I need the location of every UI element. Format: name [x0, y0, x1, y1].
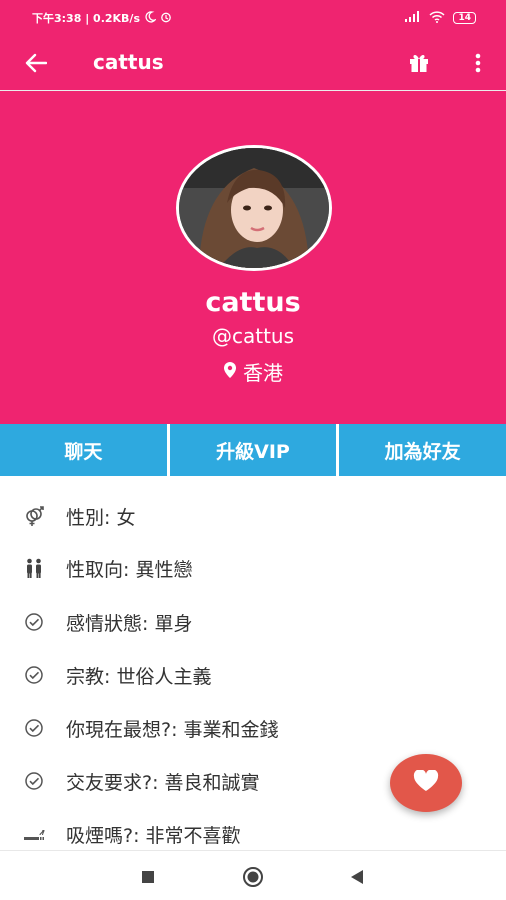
- check-circle-icon: [22, 663, 46, 687]
- display-name: cattus: [205, 287, 301, 318]
- recents-square-icon[interactable]: [136, 865, 160, 889]
- moon-icon: [144, 10, 157, 26]
- username: @cattus: [211, 324, 295, 348]
- info-text-relationship: 感情狀態: 單身: [66, 612, 193, 635]
- check-circle-icon: [22, 716, 46, 740]
- alarm-icon: [160, 11, 172, 26]
- wifi-icon: [429, 10, 445, 26]
- home-circle-icon[interactable]: [241, 865, 265, 889]
- avatar[interactable]: [176, 145, 332, 271]
- info-text-orientation: 性取向: 異性戀: [66, 558, 193, 581]
- back-arrow-icon[interactable]: [22, 49, 50, 77]
- add-friend-button[interactable]: 加為好友: [339, 424, 506, 476]
- info-text-smoking: 吸煙嗎?: 非常不喜歡: [66, 824, 241, 847]
- info-row-gender: 性別: 女: [0, 496, 506, 536]
- info-row-relationship: 感情狀態: 單身: [0, 602, 506, 642]
- status-left: 下午3:38 | 0.2KB/s: [32, 10, 172, 26]
- info-row-orientation: 性取向: 異性戀: [0, 548, 506, 588]
- location-pin-icon: [223, 360, 237, 384]
- upgrade-vip-button[interactable]: 升級VIP: [169, 424, 337, 476]
- status-bar: 下午3:38 | 0.2KB/s 14: [0, 0, 506, 36]
- action-buttons: 聊天 升級VIP 加為好友: [0, 424, 506, 476]
- info-text-religion: 宗教: 世俗人主義: [66, 665, 212, 688]
- app-bar: cattus: [0, 36, 506, 90]
- like-fab-button[interactable]: [390, 754, 462, 812]
- check-circle-icon: [22, 769, 46, 793]
- smoking-icon: [22, 822, 46, 846]
- chat-button[interactable]: 聊天: [0, 424, 167, 476]
- info-text-want-most: 你現在最想?: 事業和金錢: [66, 718, 279, 741]
- info-row-want-most: 你現在最想?: 事業和金錢: [0, 708, 506, 748]
- gender-icon: [22, 504, 46, 528]
- location-text: 香港: [243, 361, 283, 385]
- status-right: 14: [405, 10, 476, 26]
- signal-icon: [405, 11, 421, 25]
- info-row-religion: 宗教: 世俗人主義: [0, 655, 506, 695]
- info-row-smoking: 吸煙嗎?: 非常不喜歡: [0, 814, 506, 854]
- status-time-speed: 下午3:38 | 0.2KB/s: [32, 12, 140, 25]
- battery-indicator: 14: [453, 12, 476, 24]
- page-title: cattus: [93, 50, 164, 74]
- system-nav-bar: [0, 850, 506, 900]
- more-vert-icon[interactable]: [466, 49, 490, 77]
- info-text-requirements: 交友要求?: 善良和誠實: [66, 771, 260, 794]
- gift-icon[interactable]: [405, 49, 433, 77]
- couple-icon: [22, 556, 46, 580]
- heart-icon: [413, 769, 439, 796]
- info-text-gender: 性別: 女: [66, 506, 136, 529]
- back-triangle-icon[interactable]: [345, 865, 369, 889]
- check-circle-icon: [22, 610, 46, 634]
- location: 香港: [0, 357, 506, 386]
- profile-header: cattus @cattus 香港: [0, 91, 506, 424]
